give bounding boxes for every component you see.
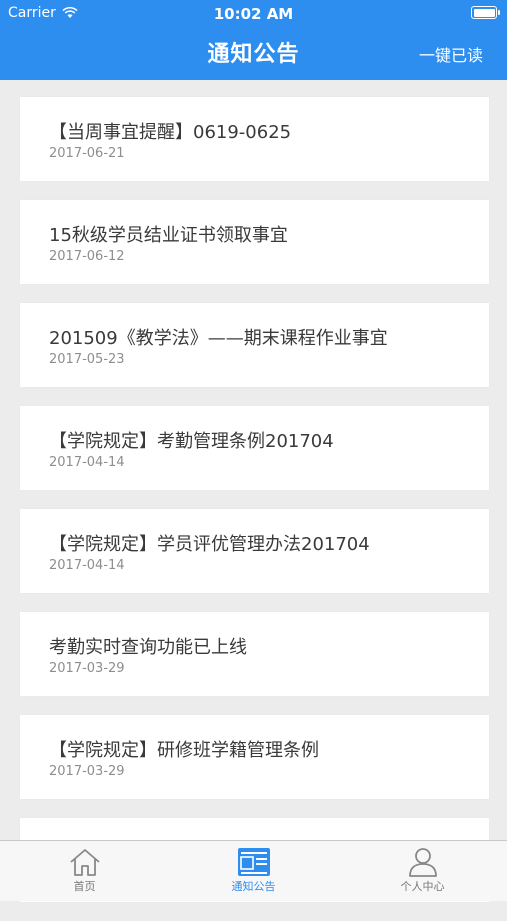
tab-label: 通知公告: [231, 880, 276, 893]
notice-date: 2017-06-12: [49, 249, 125, 264]
notice-list: 【当周事宜提醒】0619-0625 2017-06-21 15秋级学员结业证书领…: [20, 97, 489, 921]
notice-date: 2017-06-21: [49, 146, 125, 161]
notice-item[interactable]: 【学院规定】学员评优管理办法201704 2017-04-14: [20, 509, 489, 593]
notice-item[interactable]: 【当周事宜提醒】0619-0625 2017-06-21: [20, 97, 489, 181]
home-icon: [69, 849, 100, 876]
notice-title: 【学院规定】考勤管理条例201704: [49, 431, 334, 452]
notice-date: 2017-04-14: [49, 455, 125, 470]
tab-home[interactable]: 首页: [0, 841, 169, 901]
notice-board-icon: [237, 848, 270, 876]
status-time: 10:02 AM: [213, 5, 294, 23]
notice-date: 2017-03-29: [49, 764, 125, 779]
notice-title: 201509《教学法》——期末课程作业事宜: [49, 328, 388, 349]
status-bar: Carrier 10:02 AM: [0, 0, 507, 26]
tab-profile[interactable]: 个人中心: [338, 841, 507, 901]
notice-item[interactable]: 考勤实时查询功能已上线 2017-03-29: [20, 612, 489, 696]
tab-notices[interactable]: 通知公告: [169, 841, 338, 901]
tab-label: 首页: [73, 880, 96, 893]
mark-all-read-button[interactable]: 一键已读: [419, 42, 483, 66]
battery-icon: [471, 6, 500, 19]
notice-title: 【当周事宜提醒】0619-0625: [49, 122, 292, 143]
person-icon: [408, 848, 437, 877]
notice-item[interactable]: 15秋级学员结业证书领取事宜 2017-06-12: [20, 200, 489, 284]
notice-date: 2017-05-23: [49, 352, 125, 367]
notice-item[interactable]: 【学院规定】考勤管理条例201704 2017-04-14: [20, 406, 489, 490]
notice-title: 【学院规定】学员评优管理办法201704: [49, 534, 370, 555]
tab-label: 个人中心: [400, 880, 445, 893]
notice-title: 【学院规定】研修班学籍管理条例: [49, 740, 319, 761]
app-header: Carrier 10:02 AM 通知公告 一键已读: [0, 0, 507, 80]
notice-date: 2017-03-29: [49, 661, 125, 676]
notice-title: 15秋级学员结业证书领取事宜: [49, 225, 288, 246]
notice-item[interactable]: 【学院规定】研修班学籍管理条例 2017-03-29: [20, 715, 489, 799]
notice-item[interactable]: 201509《教学法》——期末课程作业事宜 2017-05-23: [20, 303, 489, 387]
notice-title: 考勤实时查询功能已上线: [49, 637, 247, 658]
tab-bar: 首页 通知公告 个人中心: [0, 840, 507, 901]
notice-date: 2017-04-14: [49, 558, 125, 573]
